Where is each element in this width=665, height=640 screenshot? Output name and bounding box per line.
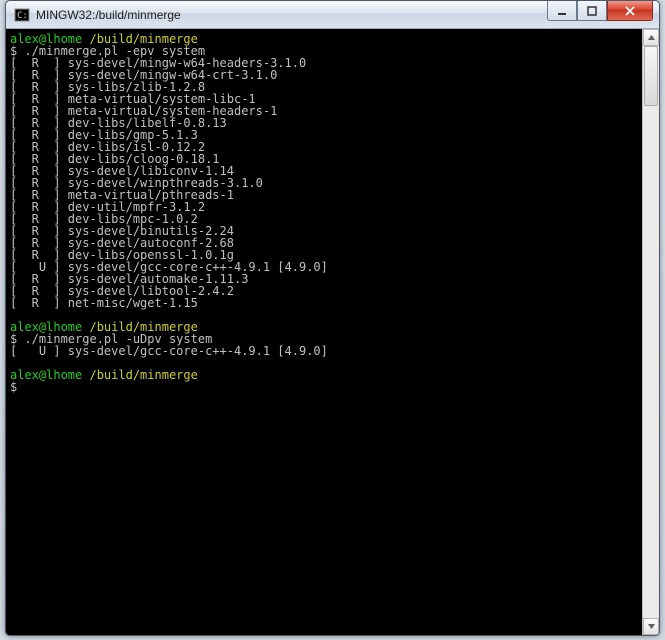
vertical-scrollbar[interactable] xyxy=(642,29,659,635)
scroll-track[interactable] xyxy=(643,46,659,618)
scroll-down-button[interactable] xyxy=(643,618,659,635)
close-button[interactable] xyxy=(607,1,653,21)
scroll-thumb[interactable] xyxy=(644,46,658,106)
terminal-icon: C: xyxy=(14,7,30,23)
window-controls xyxy=(547,1,653,21)
terminal-output[interactable]: alex@lhome /build/minmerge $ ./minmerge.… xyxy=(6,29,642,635)
scroll-up-button[interactable] xyxy=(643,29,659,46)
svg-text:C:: C: xyxy=(17,11,28,21)
titlebar[interactable]: C: MINGW32:/build/minmerge xyxy=(6,1,659,29)
client-area: alex@lhome /build/minmerge $ ./minmerge.… xyxy=(6,29,659,635)
terminal-window: C: MINGW32:/build/minmerge alex@lhome /b… xyxy=(5,0,660,636)
maximize-button[interactable] xyxy=(577,1,607,21)
minimize-button[interactable] xyxy=(547,1,577,21)
